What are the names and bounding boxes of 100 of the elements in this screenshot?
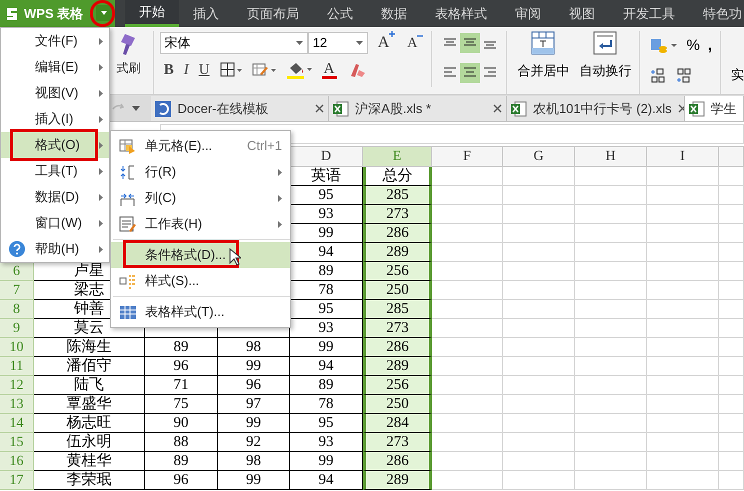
table-cell[interactable]: 90 (145, 414, 218, 433)
table-cell[interactable] (432, 414, 503, 433)
table-cell[interactable]: 99 (218, 471, 290, 490)
menu-item[interactable]: 工具(T) (1, 158, 109, 184)
table-cell[interactable] (719, 338, 744, 357)
fill-color-icon[interactable] (286, 61, 312, 80)
table-cell[interactable] (647, 243, 719, 262)
borders-icon[interactable] (220, 62, 242, 78)
ribbon-tab[interactable]: 视图 (555, 0, 609, 27)
menu-item[interactable]: 单元格(E)... Ctrl+1 (111, 133, 290, 159)
table-cell[interactable] (575, 319, 647, 338)
ribbon-tab[interactable]: 插入 (179, 0, 233, 27)
table-cell[interactable]: 黄桂华 (34, 452, 145, 471)
row-header[interactable]: 15 (0, 433, 34, 452)
table-cell[interactable] (432, 376, 503, 395)
document-tab[interactable]: 农机101中行卡号 (2).xls (506, 96, 685, 121)
table-cell[interactable] (719, 452, 744, 471)
table-cell[interactable]: 杨志旺 (34, 414, 145, 433)
ribbon-button[interactable]: 实 (731, 67, 744, 82)
table-cell[interactable] (503, 452, 575, 471)
row-header[interactable]: 6 (0, 262, 34, 281)
table-cell[interactable] (503, 262, 575, 281)
table-cell[interactable] (719, 205, 744, 224)
table-cell[interactable] (719, 224, 744, 243)
row-header[interactable]: 16 (0, 452, 34, 471)
align-icon[interactable] (460, 33, 480, 53)
currency-icon[interactable] (650, 38, 678, 54)
table-cell[interactable] (432, 186, 503, 205)
merge-center-button[interactable]: 合并居中 (517, 31, 570, 94)
table-cell[interactable] (503, 414, 575, 433)
percent-button[interactable]: % (686, 35, 700, 58)
row-header[interactable]: 14 (0, 414, 34, 433)
table-cell[interactable]: 71 (145, 376, 218, 395)
table-cell[interactable] (503, 376, 575, 395)
table-cell[interactable] (432, 338, 503, 357)
ribbon-tab[interactable]: 公式 (313, 0, 367, 27)
menu-item[interactable]: 条件格式(D)... (111, 242, 290, 268)
ribbon-tab[interactable]: 特色功 (689, 0, 744, 27)
table-cell[interactable] (719, 376, 744, 395)
table-cell[interactable]: 覃盛华 (34, 395, 145, 414)
menu-item[interactable]: 插入(I) (1, 106, 109, 132)
table-cell[interactable]: 89 (145, 452, 218, 471)
table-cell[interactable]: 285 (363, 300, 432, 319)
table-cell[interactable] (503, 338, 575, 357)
table-cell[interactable] (503, 186, 575, 205)
table-cell[interactable] (432, 319, 503, 338)
table-cell[interactable] (647, 338, 719, 357)
table-cell[interactable]: 75 (145, 395, 218, 414)
table-cell[interactable] (503, 300, 575, 319)
table-cell[interactable] (647, 262, 719, 281)
font-style-button[interactable]: I (184, 59, 189, 82)
table-cell[interactable]: 99 (218, 357, 290, 376)
ribbon-tab[interactable]: 开始 (125, 0, 179, 27)
ribbon-tab[interactable]: 页面布局 (233, 0, 313, 27)
table-cell[interactable] (575, 262, 647, 281)
table-cell[interactable] (575, 224, 647, 243)
table-cell[interactable] (503, 281, 575, 300)
close-icon[interactable] (678, 104, 684, 113)
table-cell[interactable] (575, 167, 647, 186)
table-cell[interactable]: 273 (363, 319, 432, 338)
ribbon-tab[interactable]: 开发工具 (609, 0, 689, 27)
table-cell[interactable]: 250 (363, 281, 432, 300)
menu-item[interactable]: 工作表(H) (111, 211, 290, 237)
table-cell[interactable]: 伍永明 (34, 433, 145, 452)
table-cell[interactable] (432, 281, 503, 300)
table-cell[interactable] (432, 471, 503, 490)
decrease-decimal-icon[interactable] (676, 68, 692, 84)
table-cell[interactable]: 陈海生 (34, 338, 145, 357)
table-cell[interactable]: 92 (218, 433, 290, 452)
shrink-font-button[interactable]: A (407, 32, 424, 54)
table-cell[interactable] (575, 338, 647, 357)
table-cell[interactable] (503, 243, 575, 262)
align-icon[interactable] (460, 63, 480, 83)
table-cell[interactable] (719, 243, 744, 262)
table-cell[interactable] (719, 300, 744, 319)
table-cell[interactable]: 96 (145, 357, 218, 376)
table-cell[interactable] (719, 319, 744, 338)
table-cell[interactable]: 98 (218, 338, 290, 357)
cell-format-icon[interactable] (252, 62, 276, 78)
comma-button[interactable]: , (708, 35, 712, 58)
table-cell[interactable] (575, 414, 647, 433)
table-cell[interactable] (647, 224, 719, 243)
table-cell[interactable] (647, 167, 719, 186)
table-cell[interactable]: 256 (363, 262, 432, 281)
table-cell[interactable] (575, 433, 647, 452)
table-cell[interactable]: 289 (363, 243, 432, 262)
row-header[interactable]: 17 (0, 471, 34, 490)
table-cell[interactable] (719, 471, 744, 490)
table-cell[interactable] (647, 452, 719, 471)
table-cell[interactable] (503, 357, 575, 376)
table-cell[interactable]: 96 (145, 471, 218, 490)
column-header[interactable]: H (575, 147, 647, 167)
table-cell[interactable]: 273 (363, 433, 432, 452)
table-cell[interactable] (575, 281, 647, 300)
table-cell[interactable] (647, 300, 719, 319)
table-cell[interactable] (647, 395, 719, 414)
column-header[interactable]: D (290, 147, 363, 167)
table-cell[interactable] (432, 357, 503, 376)
caret-icon[interactable] (132, 106, 140, 110)
table-cell[interactable] (575, 300, 647, 319)
